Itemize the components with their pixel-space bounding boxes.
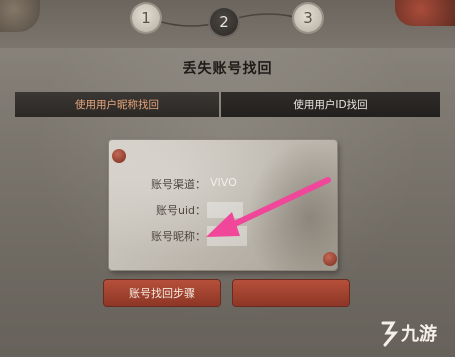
- uid-label: 账号uid：: [155, 204, 206, 217]
- step-3-indicator: 3: [294, 4, 322, 32]
- pin-icon: [112, 149, 126, 163]
- step-2-indicator: 2: [210, 8, 238, 36]
- confirm-button[interactable]: [233, 280, 349, 306]
- nickname-label: 账号昵称：: [151, 230, 206, 243]
- card-texture: [247, 140, 337, 270]
- recovery-steps-button[interactable]: 账号找回步骤: [104, 280, 220, 306]
- pin-icon: [323, 252, 337, 266]
- tab-label: 使用用户昵称找回: [75, 99, 159, 111]
- tab-nickname-recovery[interactable]: 使用用户昵称找回: [15, 92, 219, 117]
- channel-value: VIVO: [210, 176, 237, 189]
- game-screen: 1 2 3 丢失账号找回 使用用户昵称找回 使用用户ID找回 账号渠道： VIV…: [0, 0, 455, 357]
- close-seal-icon[interactable]: [395, 0, 455, 26]
- uid-input[interactable]: [207, 202, 243, 218]
- watermark-logo: 九游: [381, 321, 437, 347]
- nickname-input[interactable]: [207, 226, 247, 246]
- watermark-text: 九游: [400, 323, 437, 345]
- recovery-form-card: 账号渠道： VIVO 账号uid： 账号昵称：: [109, 140, 337, 270]
- tab-id-recovery[interactable]: 使用用户ID找回: [221, 92, 440, 117]
- button-label: 账号找回步骤: [129, 287, 195, 300]
- step-1-indicator: 1: [132, 4, 160, 32]
- page-title: 丢失账号找回: [182, 61, 273, 77]
- tab-label: 使用用户ID找回: [293, 99, 368, 111]
- channel-label: 账号渠道：: [151, 178, 206, 191]
